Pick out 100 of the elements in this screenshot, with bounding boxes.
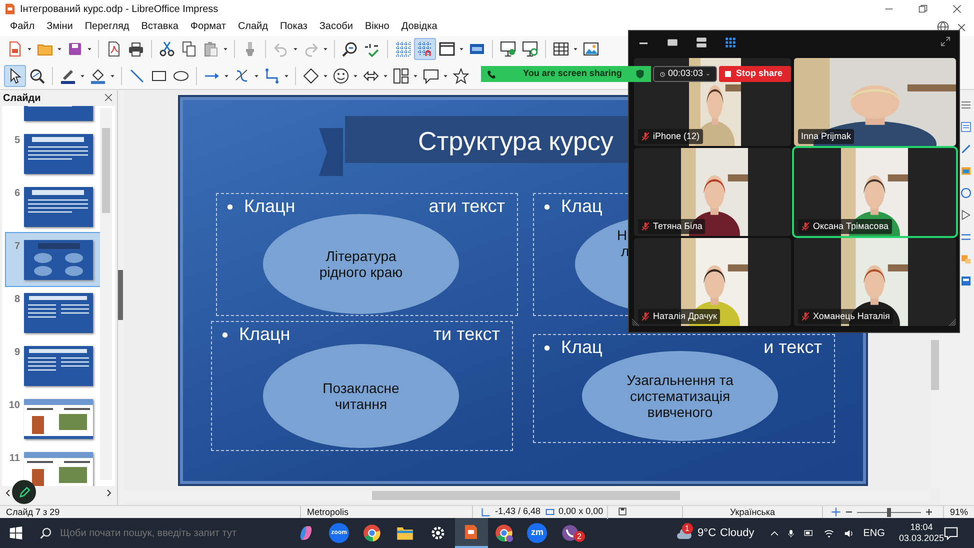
participant-name: Наталія Драчук (653, 310, 717, 323)
properties-icon[interactable] (960, 120, 972, 134)
slide-number: 9 (14, 347, 20, 358)
splitter-handle[interactable] (118, 270, 123, 320)
wifi-icon[interactable] (823, 528, 836, 538)
animation-icon[interactable] (960, 208, 972, 222)
menu-item[interactable]: Формат (184, 18, 232, 36)
search-field[interactable]: Щоби почати пошук, введіть запит тут (60, 526, 282, 540)
speaker-icon[interactable] (843, 528, 856, 538)
zoom-in-icon[interactable] (925, 508, 933, 516)
resize-grip-icon[interactable] (631, 318, 640, 327)
participant-name: Тетяна Біла (653, 220, 702, 232)
menu-item[interactable]: Вікно (358, 18, 396, 36)
paste-icon (203, 41, 219, 57)
windows-start-icon[interactable] (9, 526, 24, 540)
close-icon[interactable] (957, 22, 966, 32)
video-tile[interactable]: Хоманець Наталія (794, 238, 956, 326)
battery-icon[interactable] (803, 528, 816, 538)
pointer-button[interactable] (4, 64, 26, 86)
video-tile[interactable]: Наталія Драчук (634, 238, 791, 326)
snap-grid-icon (417, 41, 433, 57)
grid-icon (395, 41, 411, 57)
display-view-icon (439, 41, 455, 57)
slide-thumbnail[interactable] (24, 452, 93, 486)
taskbar-app[interactable]: zm (520, 518, 554, 548)
scroll-right-icon[interactable] (105, 488, 113, 497)
expand-icon[interactable] (940, 36, 951, 48)
window-title: Інтегрований курс.odp - LibreOffice Impress (20, 2, 218, 16)
participant-name: Оксана Трімасова (813, 220, 889, 233)
bullet-icon (222, 332, 228, 338)
save-icon (67, 41, 83, 57)
slider-thumb[interactable] (887, 508, 891, 516)
size-icon (544, 507, 555, 517)
ellipse-text: вивченого (647, 404, 713, 420)
slide-thumbnail[interactable] (24, 292, 93, 332)
ellipse-text: л (621, 243, 628, 260)
menu-item[interactable]: Вставка (135, 18, 184, 36)
speaker-view-icon[interactable] (695, 36, 708, 48)
menu-item[interactable]: Перегляд (78, 18, 136, 36)
text-placeholder[interactable]: Клац и текст Узагальнення та систематизація вивченого (533, 334, 835, 443)
placeholder-text: Клацн (244, 197, 296, 215)
restore-icon[interactable] (918, 4, 928, 14)
taskbar-app[interactable]: 2 (554, 518, 587, 548)
flowchart-icon (393, 68, 409, 84)
search-icon[interactable] (40, 527, 52, 539)
video-tile[interactable]: Оксана Трімасова (794, 148, 956, 236)
slide-counter: Слайд 7 з 29 (5, 506, 61, 518)
menu-item[interactable]: Засоби (313, 18, 359, 36)
stop-share-button[interactable]: Stop share (719, 66, 791, 82)
participant-name: Inna Prijmak (801, 130, 852, 143)
input-language[interactable]: ENG (863, 526, 885, 540)
slide-thumbnail[interactable] (24, 186, 93, 226)
close-icon[interactable] (952, 4, 962, 14)
scroll-left-icon[interactable] (4, 488, 12, 497)
ellipse-text: рідного краю (319, 264, 403, 280)
scrollbar[interactable] (100, 108, 112, 480)
participant-name: Хоманець Наталія (813, 310, 890, 323)
ellipse-text: систематизація (630, 388, 730, 404)
fit-slide-icon[interactable] (831, 507, 841, 517)
ellipse-text: Література (326, 248, 396, 264)
resize-grip-icon[interactable] (948, 318, 957, 327)
phone-icon (487, 70, 496, 78)
zoom-slider[interactable] (857, 508, 921, 516)
video-tile[interactable]: Тетяна Біла (634, 148, 791, 236)
video-tile[interactable]: Inna Prijmak (794, 58, 956, 146)
menu-item[interactable]: Файл (4, 18, 41, 36)
snap-grid-button[interactable] (414, 38, 436, 60)
copy-icon (181, 41, 197, 57)
slide-thumbnail[interactable] (24, 134, 93, 174)
microphone-icon[interactable] (787, 528, 796, 538)
placeholder-text: ати текст (428, 197, 505, 215)
slide-thumbnail[interactable] (24, 346, 93, 386)
clock-date: 03.03.2025 (898, 533, 944, 544)
taskbar-app[interactable] (454, 518, 488, 548)
ellipse-text: Н (617, 227, 628, 244)
sharing-status: You are screen sharing (523, 67, 622, 80)
chrome-icon (363, 524, 382, 542)
undo-icon (273, 41, 289, 57)
menu-item[interactable]: Довідка (395, 18, 444, 36)
close-icon[interactable] (104, 93, 113, 102)
temperature: 9°C (698, 526, 716, 541)
placeholder-text: Клац (561, 338, 602, 356)
menu-item[interactable]: Показ (274, 18, 314, 36)
meeting-timer[interactable]: 00:03:03 (653, 66, 717, 82)
placeholder-text: и текст (764, 338, 822, 356)
gallery-view-icon[interactable] (724, 36, 737, 48)
pencil-icon (18, 486, 30, 498)
styles-icon[interactable] (960, 142, 972, 156)
slide-thumbnail[interactable] (24, 398, 93, 438)
text-placeholder[interactable]: Клацн ати текст Література рідного краю (216, 193, 518, 316)
menu-item[interactable]: Слайд (232, 18, 274, 36)
notifications-icon[interactable] (944, 526, 958, 540)
slide-thumbnail[interactable] (24, 240, 93, 280)
chevron-up-icon[interactable] (770, 528, 780, 538)
text-placeholder[interactable]: Клацн ти текст Позакласне читання (211, 321, 513, 451)
slide-layout-icon[interactable] (960, 274, 972, 288)
menu-item[interactable]: Зміни (40, 18, 79, 36)
navigator-icon[interactable] (960, 186, 972, 200)
ellipse-text: читання (334, 396, 388, 412)
ellipse-text: Узагальнення та (626, 372, 734, 388)
